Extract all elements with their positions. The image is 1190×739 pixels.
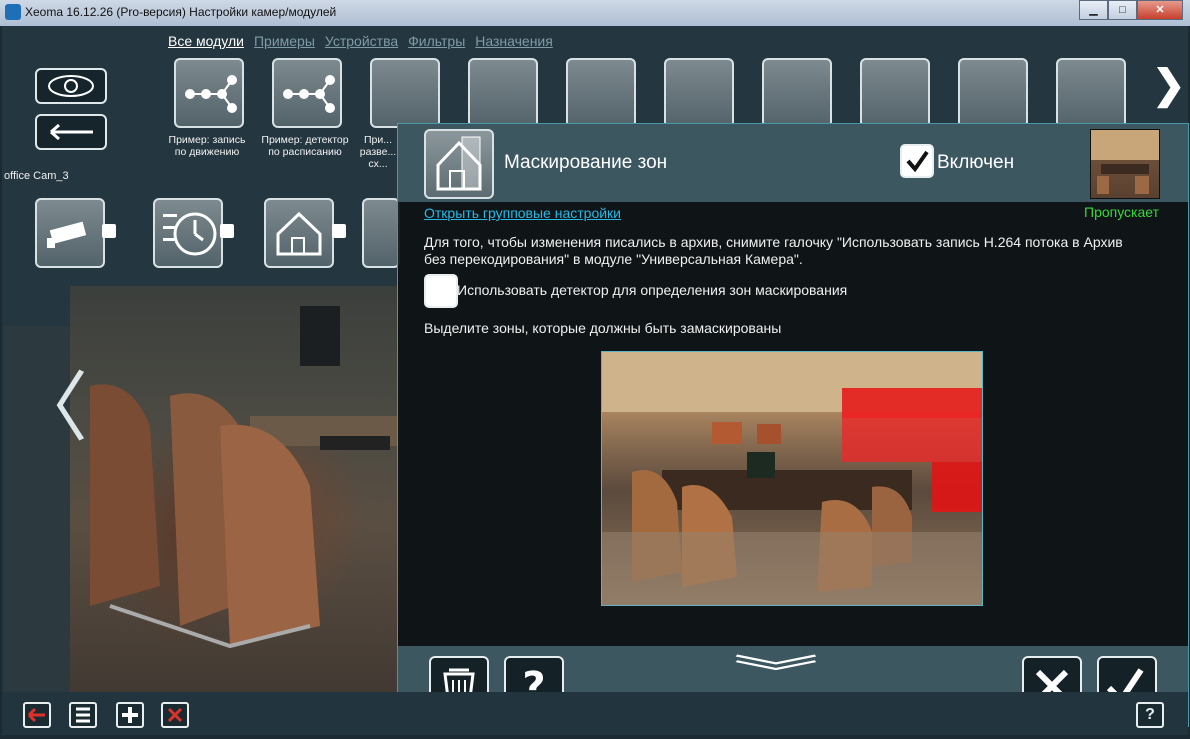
info-text-line1: Для того, чтобы изменения писались в арх… xyxy=(424,234,1123,250)
close-window-button[interactable]: ✕ xyxy=(1137,0,1183,20)
module-tile-5[interactable] xyxy=(566,58,636,128)
mask-zone[interactable] xyxy=(932,462,982,512)
module-label: Пример: запись по движению xyxy=(168,134,246,158)
module-tile-8[interactable] xyxy=(860,58,930,128)
delete-camera-button[interactable] xyxy=(161,702,189,728)
camera-preview-thumbnail xyxy=(1090,129,1160,199)
status-label: Пропускает xyxy=(1084,204,1160,220)
scroll-right-icon[interactable]: ❯ xyxy=(1152,62,1186,108)
zone-masking-dialog: Маскирование зон Включен Пропускает Откр… xyxy=(397,123,1189,727)
chain-zone-masking[interactable] xyxy=(264,198,334,268)
bottom-toolbar: ? xyxy=(2,692,1188,735)
tab-all-modules[interactable]: Все модули xyxy=(168,33,244,49)
zones-instruction: Выделите зоны, которые должны быть замас… xyxy=(424,320,782,336)
window-titlebar: Xeoma 16.12.26 (Pro-версия) Настройки ка… xyxy=(0,0,1190,26)
camera-name: office Cam_3 xyxy=(4,170,69,182)
xeoma-app-icon xyxy=(5,4,21,20)
house-mask-icon xyxy=(436,136,482,191)
list-view-button[interactable] xyxy=(69,702,97,728)
zone-masking-module-icon xyxy=(424,129,494,199)
add-camera-button[interactable] xyxy=(116,702,144,728)
maximize-button[interactable]: □ xyxy=(1108,0,1137,20)
module-tile-4[interactable] xyxy=(468,58,538,128)
collapse-chevron-icon[interactable]: ︾ xyxy=(733,644,819,696)
module-tile-9[interactable] xyxy=(958,58,1028,128)
camera-background-image xyxy=(70,286,400,718)
chain-next-module[interactable] xyxy=(362,198,400,268)
chain-scheduler[interactable] xyxy=(153,198,223,268)
eye-icon xyxy=(48,75,94,97)
window-controls: ▁ □ ✕ xyxy=(1079,0,1183,20)
back-arrow-icon xyxy=(50,123,93,141)
enabled-checkbox[interactable] xyxy=(900,144,934,178)
scroll-left-icon[interactable]: 〈 xyxy=(12,346,88,456)
tab-examples[interactable]: Примеры xyxy=(254,33,315,49)
tab-filters[interactable]: Фильтры xyxy=(408,33,465,49)
chain-nodes-icon xyxy=(283,75,335,113)
checkmark-icon xyxy=(906,150,929,173)
schedule-clock-icon xyxy=(163,212,217,256)
chain-connector xyxy=(332,224,346,238)
global-help-button[interactable]: ? xyxy=(1136,702,1164,728)
preview-eye-button[interactable] xyxy=(35,68,107,104)
chain-connector xyxy=(102,224,116,238)
minimize-button[interactable]: ▁ xyxy=(1079,0,1108,20)
group-settings-link[interactable]: Открыть групповые настройки xyxy=(424,205,621,221)
module-label: При... разве... сх... xyxy=(359,134,397,170)
list-icon xyxy=(76,707,90,723)
module-tile-7[interactable] xyxy=(762,58,832,128)
module-category-tabs: Все модули Примеры Устройства Фильтры На… xyxy=(168,33,553,49)
dialog-title: Маскирование зон xyxy=(504,152,668,173)
office-chairs-illustration xyxy=(90,306,400,649)
chain-universal-camera[interactable] xyxy=(35,198,105,268)
exit-button[interactable] xyxy=(23,702,51,728)
exit-arrow-icon xyxy=(27,707,45,723)
tab-devices[interactable]: Устройства xyxy=(325,33,398,49)
app-body: Все модули Примеры Устройства Фильтры На… xyxy=(2,26,1189,735)
enabled-label: Включен xyxy=(937,152,1015,173)
module-example-motion-record[interactable] xyxy=(174,58,244,128)
module-tile-6[interactable] xyxy=(664,58,734,128)
module-tile-10[interactable] xyxy=(1056,58,1126,128)
tab-destinations[interactable]: Назначения xyxy=(475,33,553,49)
detector-label: Использовать детектор для определения зо… xyxy=(457,282,848,298)
back-button[interactable] xyxy=(35,114,107,150)
chain-nodes-icon xyxy=(185,75,237,113)
window-title: Xeoma 16.12.26 (Pro-версия) Настройки ка… xyxy=(25,5,337,19)
detector-checkbox[interactable] xyxy=(424,274,458,308)
chain-connector xyxy=(220,224,234,238)
info-text-line2: без перекодирования" в модуле "Универсал… xyxy=(424,251,803,267)
module-example-scheduled-detector[interactable] xyxy=(272,58,342,128)
mask-zone-editor-canvas[interactable] xyxy=(601,351,983,606)
house-mask-icon xyxy=(276,211,322,256)
mask-zone[interactable] xyxy=(842,412,982,462)
module-example-3[interactable] xyxy=(370,58,440,128)
camera-icon xyxy=(47,221,87,248)
red-x-icon xyxy=(167,707,183,723)
plus-icon xyxy=(122,707,138,723)
module-label: Пример: детектор по расписанию xyxy=(261,134,349,158)
room-thumbnail-illustration xyxy=(1091,130,1159,194)
